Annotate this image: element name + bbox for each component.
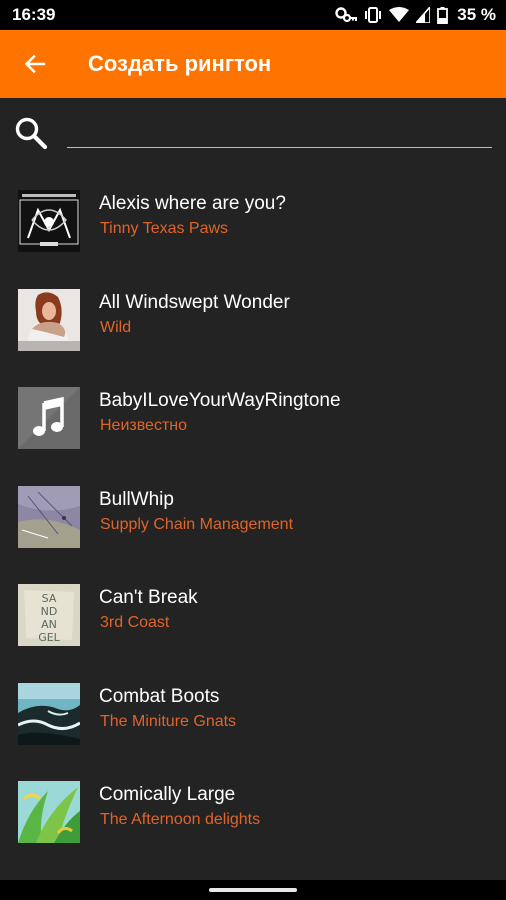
- battery-icon: [437, 6, 449, 24]
- album-art-text-3: AN: [41, 618, 57, 631]
- song-artist: Tinny Texas Paws: [100, 220, 229, 237]
- album-art-text-2: ND: [41, 605, 58, 618]
- song-title: BullWhip: [99, 488, 174, 510]
- list-item[interactable]: Alexis where are you? Tinny Texas Paws: [0, 181, 506, 280]
- album-art: SA ND AN GEL: [18, 584, 80, 646]
- key-icon: [335, 7, 358, 23]
- song-artist: Supply Chain Management: [100, 515, 294, 533]
- song-artist: Wild: [100, 318, 132, 336]
- list-item[interactable]: BullWhip Supply Chain Management: [0, 477, 506, 576]
- song-title: Alexis where are you?: [99, 193, 286, 214]
- song-artist: The Miniture Gnats: [100, 712, 237, 730]
- album-art-text-1: SA: [42, 592, 57, 605]
- list-item[interactable]: SA ND AN GEL Can't Break 3rd Coast: [0, 575, 506, 674]
- search-input[interactable]: [67, 116, 492, 148]
- list-item[interactable]: All Windswept Wonder Wild: [0, 280, 506, 379]
- song-artist: 3rd Coast: [100, 614, 170, 631]
- album-art: [18, 190, 80, 252]
- wifi-icon: [389, 7, 410, 23]
- album-art-text-4: GEL: [38, 631, 60, 644]
- search-icon[interactable]: [14, 116, 48, 150]
- status-bar: 16:39 35 %: [0, 0, 506, 30]
- album-art: [18, 682, 80, 745]
- app-bar: Создать рингтон: [0, 30, 506, 98]
- song-title: Can't Break: [99, 587, 198, 608]
- song-title: All Windswept Wonder: [99, 291, 290, 313]
- album-art: [18, 288, 80, 351]
- page-title: Создать рингтон: [88, 51, 272, 76]
- album-art: [18, 485, 80, 548]
- album-art: [18, 387, 80, 449]
- status-time: 16:39: [12, 5, 56, 24]
- search-row: [0, 98, 506, 170]
- song-title: BabyILoveYourWayRingtone: [99, 390, 341, 411]
- signal-icon: [416, 7, 431, 23]
- song-artist: Неизвестно: [100, 417, 188, 434]
- song-title: Combat Boots: [99, 685, 220, 707]
- vibrate-icon: [364, 7, 382, 23]
- back-button[interactable]: [0, 30, 70, 98]
- status-icons: 35 %: [335, 5, 496, 25]
- list-item[interactable]: Comically Large The Afternoon delights: [0, 772, 506, 871]
- album-art: [18, 781, 80, 843]
- song-list: Alexis where are you? Tinny Texas Paws A…: [0, 181, 506, 871]
- navigation-bar: [0, 880, 506, 900]
- battery-percent: 35 %: [457, 5, 496, 24]
- main-content: Alexis where are you? Tinny Texas Paws A…: [0, 98, 506, 880]
- list-item[interactable]: Combat Boots The Miniture Gnats: [0, 674, 506, 773]
- list-item[interactable]: BabyILoveYourWayRingtone Неизвестно: [0, 378, 506, 477]
- home-gesture-handle[interactable]: [209, 888, 297, 892]
- song-title: Comically Large: [99, 784, 236, 805]
- arrow-back-icon: [24, 54, 46, 74]
- song-artist: The Afternoon delights: [100, 811, 261, 828]
